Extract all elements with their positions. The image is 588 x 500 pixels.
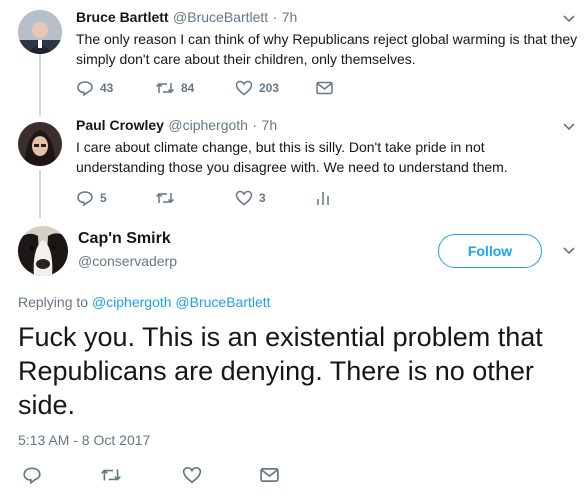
thread-line <box>39 54 41 116</box>
avatar[interactable] <box>18 226 68 276</box>
tweet-text-line: Fuck you. This is an existential problem… <box>18 322 543 352</box>
analytics-icon <box>317 192 329 205</box>
tweet-text-line: Republicans are denying. There is no oth… <box>18 356 534 386</box>
reply-count: 43 <box>100 81 114 95</box>
dot-separator: · <box>272 9 278 25</box>
author-name[interactable]: Paul Crowley <box>76 117 164 133</box>
follow-button[interactable]: Follow <box>438 234 542 268</box>
tweet-time[interactable]: 7h <box>262 117 278 133</box>
mention-link[interactable]: @ciphergoth <box>92 294 172 310</box>
author-handle[interactable]: @ciphergoth <box>168 117 248 133</box>
reply-icon <box>77 81 93 96</box>
replying-to: Replying to @ciphergoth @BruceBartlett <box>18 294 271 310</box>
retweet-icon <box>155 82 175 94</box>
author-name[interactable]: Bruce Bartlett <box>76 9 169 25</box>
heart-icon <box>182 466 202 484</box>
avatar[interactable] <box>18 10 62 54</box>
retweet-icon <box>101 469 121 481</box>
mention-link[interactable]: @BruceBartlett <box>175 294 270 310</box>
like-count: 203 <box>259 81 280 95</box>
envelope-icon <box>260 468 279 482</box>
reply-icon <box>23 467 41 484</box>
thread-line <box>39 170 41 218</box>
chevron-down-icon[interactable] <box>562 122 576 132</box>
author-name[interactable]: Cap'n Smirk <box>78 230 171 248</box>
reply-icon <box>77 191 93 206</box>
chevron-down-icon[interactable] <box>562 246 576 256</box>
message-button[interactable] <box>316 81 333 95</box>
analytics-button[interactable] <box>316 190 330 206</box>
tweet-text-line: simply don't care about their children, … <box>76 51 416 67</box>
tweet-time[interactable]: 7h <box>282 9 298 25</box>
tweet-text: I care about climate change, but this is… <box>76 137 582 177</box>
dot-separator: · <box>252 117 258 133</box>
like-button[interactable]: 3 <box>235 190 266 206</box>
heart-icon <box>235 190 253 206</box>
tweet-text-line: I care about climate change, but this is… <box>76 139 485 155</box>
chevron-down-icon[interactable] <box>562 14 576 24</box>
retweet-button[interactable]: 84 <box>155 80 194 96</box>
like-button[interactable]: 203 <box>235 80 279 96</box>
tweet-text: The only reason I can think of why Repub… <box>76 29 582 69</box>
retweet-icon <box>155 192 175 204</box>
like-count: 3 <box>259 191 266 205</box>
retweet-button[interactable] <box>155 190 175 206</box>
tweet-header: Bruce Bartlett @BruceBartlett · 7h <box>76 9 297 27</box>
like-button[interactable] <box>182 466 202 484</box>
tweet-text-line: side. <box>18 390 76 420</box>
avatar[interactable] <box>18 122 62 166</box>
reply-button[interactable]: 43 <box>76 80 113 96</box>
tweet-text-line: understanding those you disagree with. W… <box>76 159 508 175</box>
reply-button[interactable]: 5 <box>76 190 107 206</box>
heart-icon <box>235 80 253 96</box>
tweet-text: Fuck you. This is an existential problem… <box>18 320 580 422</box>
replying-to-label: Replying to <box>18 294 89 310</box>
author-handle[interactable]: @conservaderp <box>78 253 177 269</box>
retweet-count: 84 <box>181 81 195 95</box>
message-button[interactable] <box>260 467 279 483</box>
envelope-icon <box>316 81 333 95</box>
retweet-button[interactable] <box>100 466 122 484</box>
reply-count: 5 <box>100 191 107 205</box>
tweet-timestamp[interactable]: 5:13 AM - 8 Oct 2017 <box>18 432 150 448</box>
reply-button[interactable] <box>22 466 42 484</box>
author-handle[interactable]: @BruceBartlett <box>173 9 268 25</box>
tweet-header: Paul Crowley @ciphergoth · 7h <box>76 117 277 135</box>
tweet-text-line: The only reason I can think of why Repub… <box>76 31 578 47</box>
